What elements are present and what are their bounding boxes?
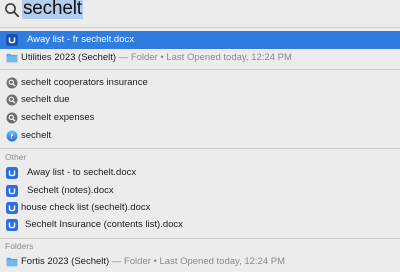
folder-icon xyxy=(6,53,18,63)
spotlight-window: sechelt Away list - fr sechelt.docx Util… xyxy=(0,0,400,272)
document-result-row[interactable]: Away list - to sechelt.docx xyxy=(0,164,400,182)
folder-result-row[interactable]: Fortis 2023 (Sechelt) — Folder • Last Op… xyxy=(0,253,400,271)
web-search-icon xyxy=(6,130,18,142)
word-document-icon xyxy=(6,202,18,214)
document-result-label: Sechelt Insurance (contents list).docx xyxy=(25,219,183,230)
word-document-icon xyxy=(6,185,18,197)
suggestion-label: sechelt xyxy=(21,130,52,141)
suggestion-row[interactable]: sechelt xyxy=(0,127,400,145)
folder-result-meta: — Folder • Last Opened today, 12:24 PM xyxy=(109,256,286,267)
suggestion-row[interactable]: sechelt cooperators insurance xyxy=(0,74,400,92)
suggestion-row[interactable]: sechelt due xyxy=(0,91,400,109)
search-suggestion-icon xyxy=(6,112,18,124)
folder-result-label: Utilities 2023 (Sechelt) xyxy=(21,52,117,63)
top-hit-label: Away list - fr sechelt.docx xyxy=(27,34,135,45)
divider xyxy=(0,238,400,239)
divider xyxy=(0,148,400,149)
section-header-other: Other xyxy=(5,152,27,162)
document-result-row[interactable]: Sechelt Insurance (contents list).docx xyxy=(0,216,400,234)
document-result-row[interactable]: Sechelt (notes).docx xyxy=(0,182,400,200)
search-query-text: sechelt xyxy=(22,0,83,19)
search-icon xyxy=(5,3,20,18)
word-document-icon xyxy=(6,34,18,46)
search-suggestion-icon xyxy=(6,77,18,89)
divider xyxy=(0,27,400,28)
section-header-folders: Folders xyxy=(5,241,34,251)
word-document-icon xyxy=(6,219,18,231)
suggestion-label: sechelt cooperators insurance xyxy=(21,77,148,88)
folder-result-row[interactable]: Utilities 2023 (Sechelt) — Folder • Last… xyxy=(0,49,400,67)
top-hit-row[interactable]: Away list - fr sechelt.docx xyxy=(0,31,400,49)
folder-result-meta: — Folder • Last Opened today, 12:24 PM xyxy=(116,52,292,63)
word-document-icon xyxy=(6,167,18,179)
document-result-label: Sechelt (notes).docx xyxy=(27,185,114,196)
search-bar[interactable]: sechelt xyxy=(0,0,400,24)
document-result-row[interactable]: house check list (sechelt).docx xyxy=(0,199,400,217)
search-input[interactable]: sechelt xyxy=(22,0,83,20)
suggestion-label: sechelt due xyxy=(21,94,70,105)
search-suggestion-icon xyxy=(6,94,18,106)
document-result-label: house check list (sechelt).docx xyxy=(21,202,151,213)
folder-icon xyxy=(6,257,18,267)
folder-result-label: Fortis 2023 (Sechelt) xyxy=(21,256,110,267)
document-result-label: Away list - to sechelt.docx xyxy=(27,167,137,178)
divider xyxy=(0,69,400,70)
suggestion-row[interactable]: sechelt expenses xyxy=(0,109,400,127)
suggestion-label: sechelt expenses xyxy=(21,112,95,123)
